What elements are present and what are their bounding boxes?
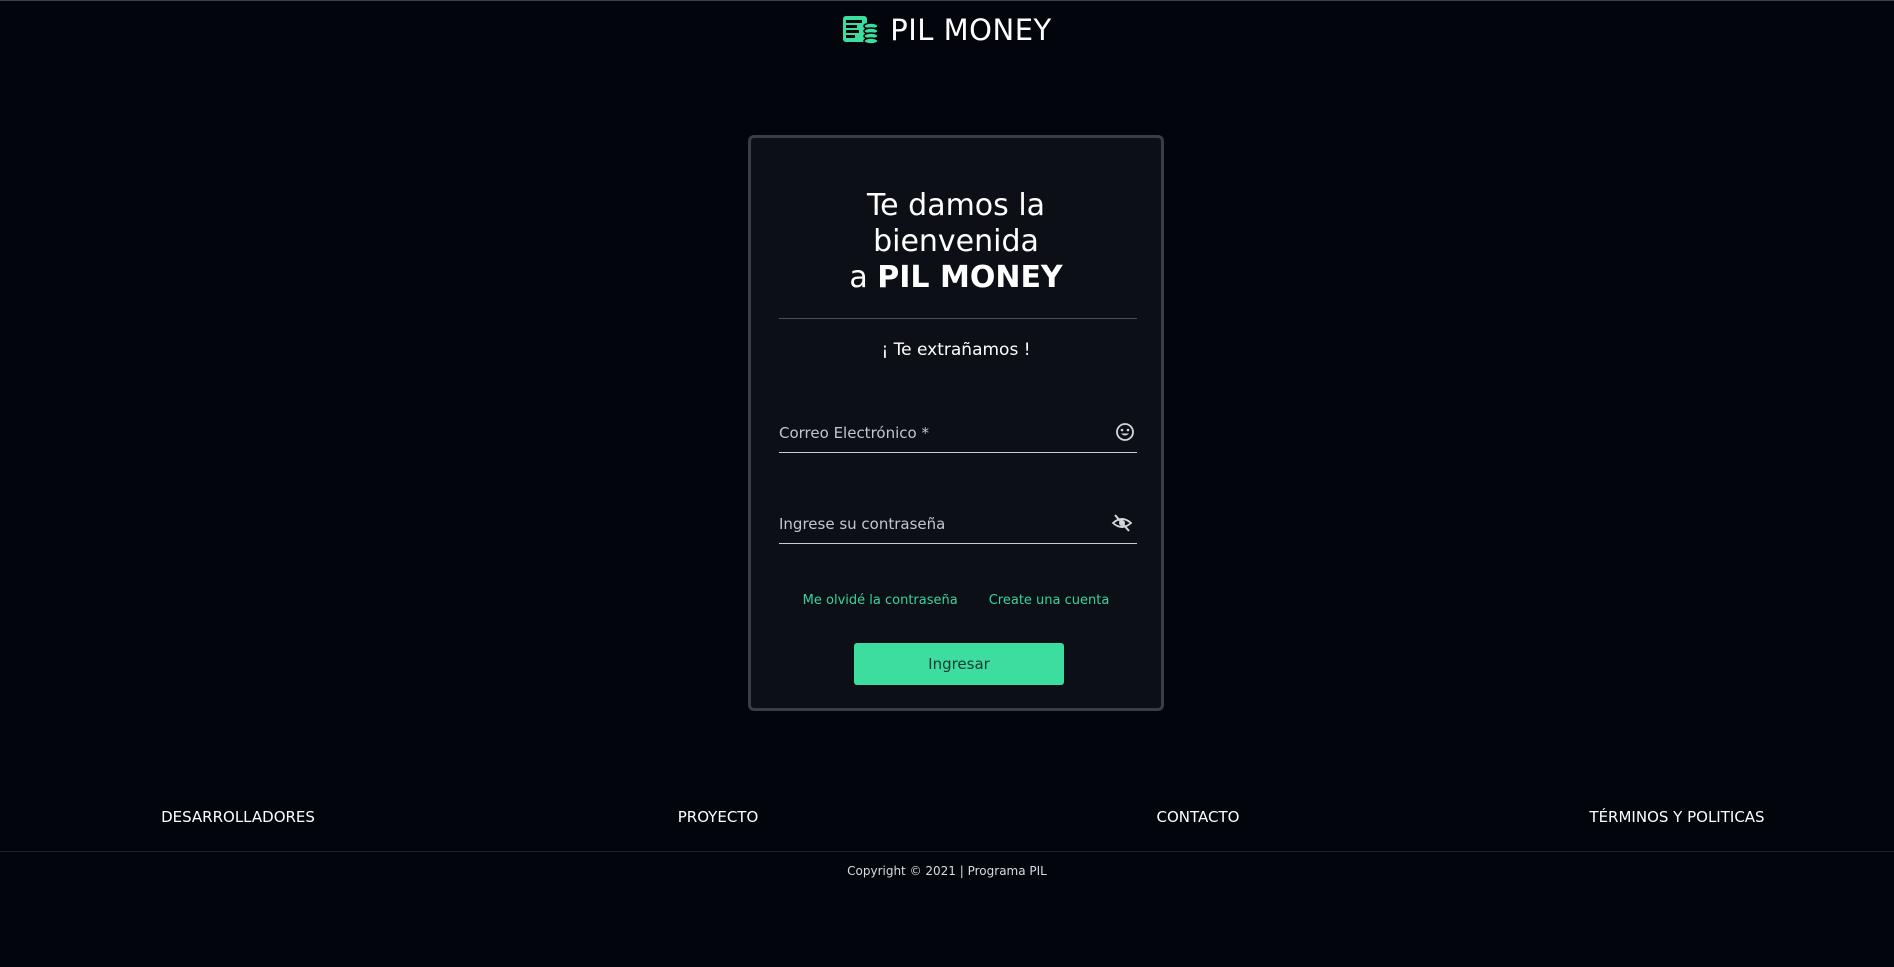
eye-off-icon[interactable] <box>1111 513 1133 533</box>
footer-nav: DESARROLLADORES PROYECTO CONTACTO TÉRMIN… <box>0 808 1894 830</box>
footer-link-developers[interactable]: DESARROLLADORES <box>161 808 315 826</box>
welcome-heading: Te damos la bienvenida a PIL MONEY <box>751 188 1161 296</box>
welcome-line-3: a PIL MONEY <box>751 260 1161 296</box>
footer-link-project[interactable]: PROYECTO <box>678 808 759 826</box>
email-field[interactable] <box>779 416 1099 450</box>
account-links: Me olvidé la contraseña Create una cuent… <box>751 593 1161 608</box>
brand-name[interactable]: PIL MONEY <box>890 12 1052 48</box>
copyright-text: Copyright © 2021 | Programa PIL <box>847 864 1047 878</box>
forgot-password-link[interactable]: Me olvidé la contraseña <box>803 593 958 608</box>
welcome-brand: PIL MONEY <box>877 260 1063 295</box>
footer-divider <box>0 851 1894 852</box>
welcome-line-1: Te damos la <box>866 188 1046 223</box>
welcome-line-2: bienvenida <box>873 224 1039 259</box>
coins-wallet-icon <box>843 16 879 45</box>
footer-link-terms[interactable]: TÉRMINOS Y POLITICAS <box>1589 808 1764 826</box>
footer-link-contact[interactable]: CONTACTO <box>1157 808 1240 826</box>
login-card: Te damos la bienvenida a PIL MONEY ¡ Te … <box>748 135 1164 711</box>
login-button[interactable]: Ingresar <box>854 643 1064 685</box>
card-divider <box>779 318 1137 319</box>
subtitle: ¡ Te extrañamos ! <box>881 340 1031 360</box>
smiley-icon <box>1116 423 1134 441</box>
site-header: PIL MONEY <box>0 12 1894 48</box>
password-field[interactable] <box>779 507 1099 541</box>
create-account-link[interactable]: Create una cuenta <box>989 593 1110 608</box>
email-field-wrapper <box>779 416 1137 453</box>
password-field-wrapper <box>779 507 1137 544</box>
welcome-prefix: a <box>849 260 878 295</box>
top-border <box>0 0 1894 1</box>
